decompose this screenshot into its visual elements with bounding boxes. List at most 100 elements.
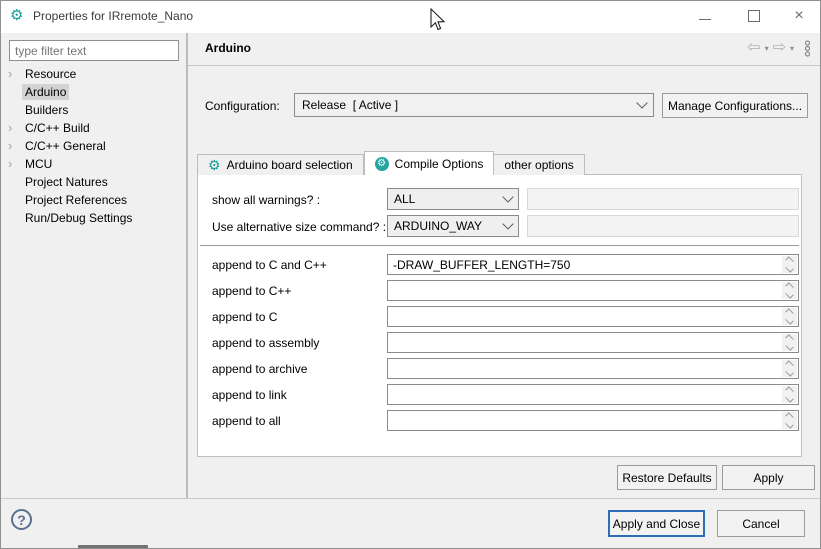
- sloeber-gear-icon: ⚙: [10, 8, 23, 24]
- cancel-button[interactable]: Cancel: [717, 510, 805, 537]
- spinner-down-icon[interactable]: [785, 368, 793, 376]
- tree-item-run-debug-settings[interactable]: Run/Debug Settings: [1, 209, 186, 227]
- footer-divider: [1, 498, 820, 499]
- sidebar-divider: [186, 33, 188, 498]
- append-assembly-label: append to assembly: [212, 336, 319, 350]
- tree-item-label: Run/Debug Settings: [25, 211, 132, 225]
- append-assembly-input[interactable]: [388, 333, 782, 352]
- tree-item-arduino[interactable]: Arduino: [1, 83, 186, 101]
- tree-item-label: MCU: [25, 157, 52, 171]
- field-spinner[interactable]: [782, 282, 797, 299]
- append-c-cpp-label: append to C and C++: [212, 258, 327, 272]
- field-spinner[interactable]: [782, 360, 797, 377]
- warnings-select[interactable]: ALL: [387, 188, 519, 210]
- chevron-right-icon[interactable]: ›: [8, 119, 12, 136]
- append-link-input[interactable]: [388, 385, 782, 404]
- append-all-input[interactable]: [388, 411, 782, 430]
- configuration-label: Configuration:: [205, 99, 280, 113]
- forward-dropdown-icon[interactable]: ▾: [790, 44, 794, 53]
- warnings-value: ALL: [394, 192, 504, 206]
- spinner-down-icon[interactable]: [785, 342, 793, 350]
- append-c-label: append to C: [212, 310, 277, 324]
- tree-item-project-natures[interactable]: Project Natures: [1, 173, 186, 191]
- properties-tree: ›Resource Arduino Builders ›C/C++ Build …: [1, 65, 186, 227]
- spinner-down-icon[interactable]: [785, 394, 793, 402]
- spinner-up-icon[interactable]: [785, 282, 793, 290]
- append-c-input[interactable]: [388, 307, 782, 326]
- append-c-cpp-input[interactable]: [388, 255, 782, 274]
- tab-other-options[interactable]: other options: [494, 154, 584, 175]
- page-header: Arduino ⇦ ▾ ⇨ ▾: [188, 33, 820, 66]
- warnings-extra-field: [527, 188, 799, 210]
- spinner-up-icon[interactable]: [785, 412, 793, 420]
- tab-compile-options[interactable]: ⚙ Compile Options: [364, 151, 495, 175]
- tree-item-cpp-build[interactable]: ›C/C++ Build: [1, 119, 186, 137]
- spinner-up-icon[interactable]: [785, 308, 793, 316]
- field-spinner[interactable]: [782, 308, 797, 325]
- maximize-icon: [748, 10, 760, 22]
- section-divider: [200, 245, 799, 246]
- tab-label: Arduino board selection: [227, 158, 353, 172]
- help-icon: ?: [17, 512, 26, 528]
- chevron-down-icon: [636, 97, 647, 108]
- field-spinner[interactable]: [782, 334, 797, 351]
- spinner-down-icon[interactable]: [785, 420, 793, 428]
- window-title: Properties for IRremote_Nano: [33, 9, 193, 23]
- chevron-right-icon[interactable]: ›: [8, 155, 12, 172]
- chevron-down-icon: [502, 191, 513, 202]
- warnings-label: show all warnings? :: [212, 193, 320, 207]
- close-button[interactable]: ×: [782, 1, 816, 31]
- field-spinner[interactable]: [782, 386, 797, 403]
- tree-item-builders[interactable]: Builders: [1, 101, 186, 119]
- size-command-label: Use alternative size command? :: [212, 220, 386, 234]
- append-archive-input[interactable]: [388, 359, 782, 378]
- manage-configurations-button[interactable]: Manage Configurations...: [662, 93, 808, 118]
- tree-item-mcu[interactable]: › MCU: [1, 155, 186, 173]
- back-icon[interactable]: ⇦: [747, 38, 760, 58]
- spinner-up-icon[interactable]: [785, 334, 793, 342]
- tab-arduino-board-selection[interactable]: ⚙ Arduino board selection: [197, 154, 364, 175]
- back-dropdown-icon[interactable]: ▾: [765, 44, 769, 53]
- spinner-up-icon[interactable]: [785, 360, 793, 368]
- tree-item-cpp-general[interactable]: › C/C++ General: [1, 137, 186, 155]
- size-command-select[interactable]: ARDUINO_WAY: [387, 215, 519, 237]
- header-nav: ⇦ ▾ ⇨ ▾: [747, 38, 812, 58]
- compile-options-panel: show all warnings? : ALL Use alternative…: [197, 174, 802, 457]
- spinner-up-icon[interactable]: [785, 386, 793, 394]
- sidebar: ›Resource Arduino Builders ›C/C++ Build …: [1, 33, 186, 498]
- maximize-button[interactable]: [737, 1, 771, 31]
- tree-item-label: Builders: [25, 103, 68, 117]
- tab-bar: ⚙ Arduino board selection ⚙ Compile Opti…: [197, 151, 585, 175]
- restore-defaults-button[interactable]: Restore Defaults: [617, 465, 717, 490]
- tree-item-label: C/C++ General: [25, 139, 106, 153]
- spinner-down-icon[interactable]: [785, 264, 793, 272]
- append-archive-field-wrap: [387, 358, 799, 379]
- mouse-cursor: [430, 8, 446, 32]
- tree-item-label: Project Natures: [25, 175, 108, 189]
- chevron-right-icon[interactable]: ›: [8, 65, 12, 82]
- view-menu-icon[interactable]: [803, 40, 812, 57]
- tree-item-resource[interactable]: ›Resource: [1, 65, 186, 83]
- filter-input[interactable]: [9, 40, 179, 61]
- apply-and-close-button[interactable]: Apply and Close: [608, 510, 705, 537]
- configuration-select[interactable]: Release [ Active ]: [294, 93, 654, 117]
- size-command-value: ARDUINO_WAY: [394, 219, 504, 233]
- apply-button[interactable]: Apply: [722, 465, 815, 490]
- tree-item-project-references[interactable]: Project References: [1, 191, 186, 209]
- properties-dialog: ⚙ Properties for IRremote_Nano × ›Resour…: [0, 0, 821, 549]
- gear-icon: ⚙: [208, 158, 221, 172]
- tree-item-label-selected: Arduino: [22, 84, 69, 100]
- forward-icon[interactable]: ⇨: [773, 38, 786, 58]
- field-spinner[interactable]: [782, 256, 797, 273]
- append-c-field-wrap: [387, 306, 799, 327]
- minimize-button[interactable]: [688, 1, 722, 31]
- spinner-up-icon[interactable]: [785, 256, 793, 264]
- append-cpp-field-wrap: [387, 280, 799, 301]
- help-button[interactable]: ?: [11, 509, 32, 530]
- spinner-down-icon[interactable]: [785, 290, 793, 298]
- spinner-down-icon[interactable]: [785, 316, 793, 324]
- append-cpp-input[interactable]: [388, 281, 782, 300]
- chevron-right-icon[interactable]: ›: [8, 137, 12, 154]
- field-spinner[interactable]: [782, 412, 797, 429]
- gear-circle-icon: ⚙: [375, 157, 389, 171]
